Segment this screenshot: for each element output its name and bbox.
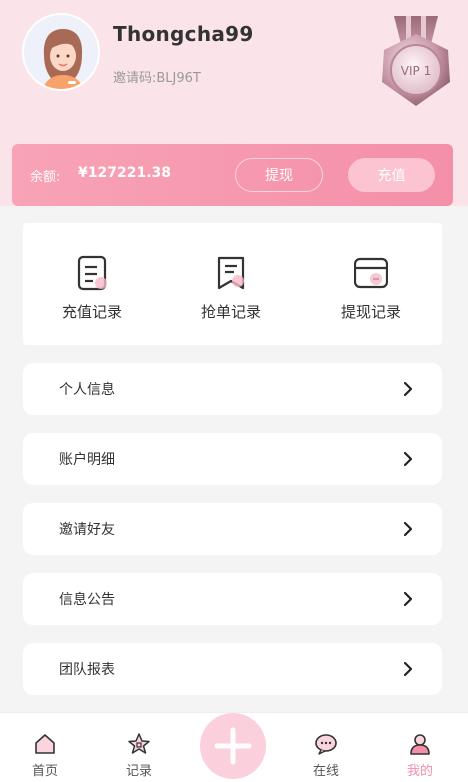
recharge-record-icon <box>77 255 107 291</box>
withdraw-record-label: 提现记录 <box>340 303 401 321</box>
menu-item-invite-friends[interactable]: 邀请好友 <box>23 503 442 555</box>
balance-label: 余额: <box>30 170 61 185</box>
tab-mine[interactable]: 我的 <box>385 713 455 782</box>
balance-value: ¥127221.38 <box>78 165 171 181</box>
home-icon <box>35 734 55 754</box>
chevron-right-icon <box>403 451 413 467</box>
menu-item-label: 团队报表 <box>59 662 115 678</box>
tab-records-label: 记录 <box>125 764 152 779</box>
menu-item-label: 信息公告 <box>59 592 115 608</box>
tab-online[interactable]: 在线 <box>291 713 361 782</box>
menu-item-personal-info[interactable]: 个人信息 <box>23 363 442 415</box>
chevron-right-icon <box>403 661 413 677</box>
menu-item-label: 账户明细 <box>59 452 115 468</box>
withdraw-record-item[interactable]: 提现记录 <box>311 255 431 325</box>
avatar[interactable] <box>22 13 100 91</box>
chevron-right-icon <box>403 521 413 537</box>
quick-actions-card: 充值记录 抢单记录 提现记录 <box>23 223 442 345</box>
vip-medal-icon: VIP 1 <box>382 16 450 106</box>
tab-home-label: 首页 <box>31 764 58 779</box>
invite-code: 邀请码:BLJ96T <box>113 71 201 86</box>
withdraw-record-icon <box>354 257 388 289</box>
grab-order-record-label: 抢单记录 <box>200 303 261 321</box>
tab-online-label: 在线 <box>312 764 339 779</box>
plus-icon <box>214 727 252 765</box>
chevron-right-icon <box>403 591 413 607</box>
menu-item-team-report[interactable]: 团队报表 <box>23 643 442 695</box>
center-add-button[interactable] <box>200 713 266 779</box>
balance-bar: 余额: ¥127221.38 提现 充值 <box>12 144 453 206</box>
recharge-record-item[interactable]: 充值记录 <box>32 255 152 325</box>
menu-item-label: 邀请好友 <box>59 522 115 538</box>
recharge-button[interactable]: 充值 <box>348 158 435 192</box>
chat-icon <box>315 734 337 755</box>
menu-item-announcements[interactable]: 信息公告 <box>23 573 442 625</box>
tab-records[interactable]: 记录 <box>104 713 174 782</box>
menu-item-account-details[interactable]: 账户明细 <box>23 433 442 485</box>
recharge-record-label: 充值记录 <box>61 303 122 321</box>
username: Thongcha99 <box>113 22 254 46</box>
grab-order-record-item[interactable]: 抢单记录 <box>171 255 291 325</box>
avatar-illustration-icon <box>24 15 98 89</box>
profile-icon <box>410 734 430 755</box>
record-icon <box>128 733 150 754</box>
withdraw-button[interactable]: 提现 <box>235 158 323 192</box>
vip-badge: VIP 1 <box>372 12 460 112</box>
tab-mine-label: 我的 <box>406 764 433 779</box>
tab-home[interactable]: 首页 <box>10 713 80 782</box>
vip-level-label: VIP 1 <box>401 64 431 78</box>
menu-item-label: 个人信息 <box>59 382 115 398</box>
grab-order-record-icon <box>217 256 245 290</box>
chevron-right-icon <box>403 381 413 397</box>
